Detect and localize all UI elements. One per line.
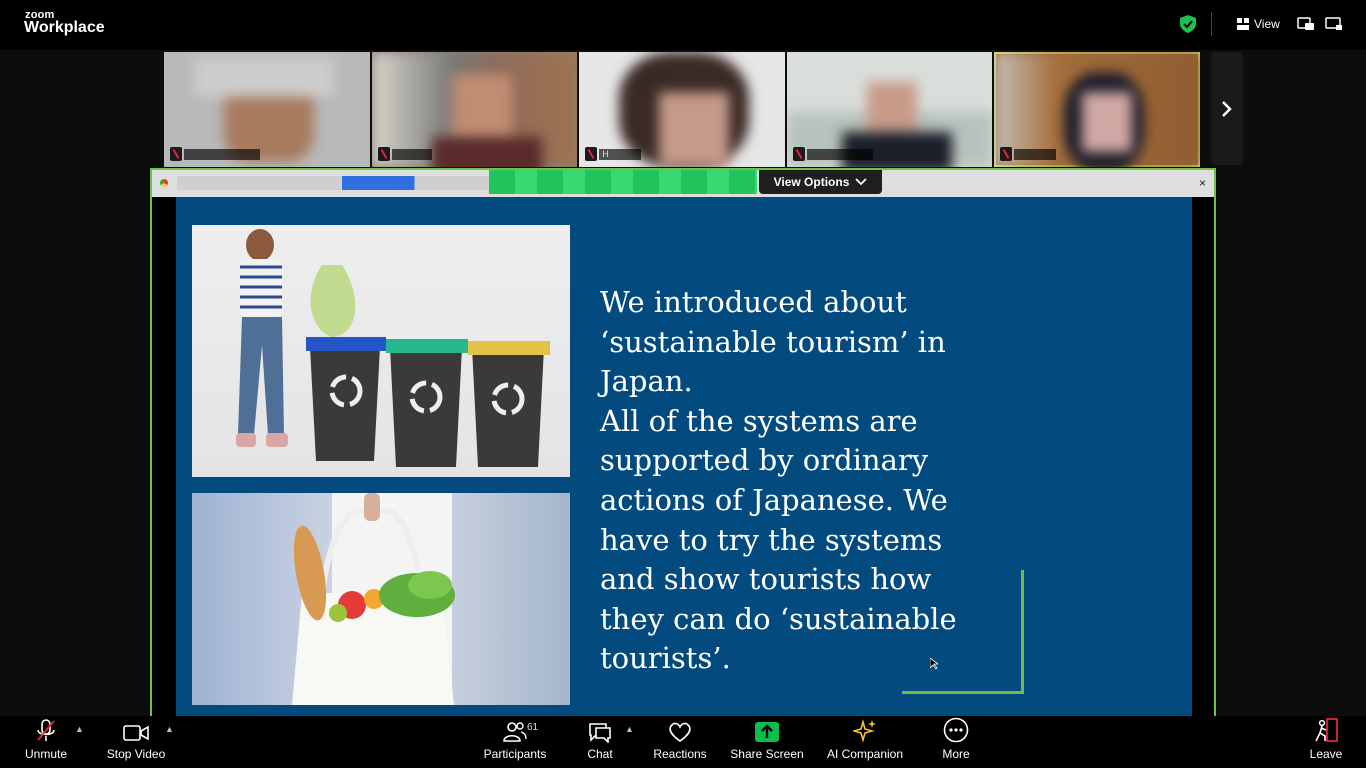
view-options-label: View Options: [773, 175, 850, 189]
participant-video-tile[interactable]: [164, 52, 370, 167]
shared-browser-tab-bar: View Options ×: [152, 170, 1214, 197]
chat-bubble-icon: [589, 723, 611, 743]
recycling-bins-illustration: [236, 229, 550, 467]
unmute-label: Unmute: [24, 747, 68, 761]
participants-button[interactable]: Participants: [480, 716, 550, 768]
view-options-button[interactable]: View Options: [759, 170, 882, 194]
sparkle-icon: [853, 719, 876, 743]
video-camera-icon: [123, 725, 149, 741]
decorative-corner-line: [1021, 570, 1024, 694]
leave-label: Leave: [1309, 747, 1343, 761]
heart-icon: [669, 722, 691, 742]
grocery-bag-illustration: [292, 493, 455, 705]
participant-name: [391, 149, 432, 160]
chevron-down-icon: [855, 178, 868, 186]
muted-mic-icon: [377, 147, 390, 161]
chat-label: Chat: [587, 747, 613, 761]
ai-companion-label: AI Companion: [826, 747, 904, 761]
muted-mic-icon: [170, 147, 182, 161]
audio-options-caret[interactable]: ▲: [75, 724, 84, 734]
participant-video-tile[interactable]: [371, 52, 578, 167]
view-button[interactable]: View: [1237, 14, 1280, 34]
participant-video-tile-active-speaker[interactable]: [994, 52, 1200, 167]
mouse-cursor-icon: [930, 658, 938, 670]
fullscreen-window-icon[interactable]: [1325, 15, 1343, 33]
participant-video-tile[interactable]: H: [579, 52, 785, 167]
stop-video-button[interactable]: Stop Video: [104, 716, 168, 768]
sharing-indicator-bar: [489, 170, 757, 194]
encryption-shield-icon[interactable]: [1180, 15, 1196, 33]
meeting-toolbar: Unmute ▲ Stop Video ▲ Participants 61 Ch…: [0, 716, 1366, 768]
presentation-slide: We introduced about ‘sustainable tourism…: [176, 197, 1192, 720]
leave-door-icon: [1315, 718, 1338, 742]
picture-in-picture-icon[interactable]: [1297, 15, 1315, 33]
grid-icon: [1237, 18, 1249, 30]
slide-body-text: We introduced about ‘sustainable tourism…: [600, 285, 957, 676]
participants-count: 61: [527, 722, 539, 733]
more-button[interactable]: More: [936, 716, 976, 768]
share-screen-label: Share Screen: [730, 747, 804, 761]
participants-icon: [503, 722, 527, 742]
share-screen-button[interactable]: Share Screen: [728, 716, 806, 768]
chat-options-caret[interactable]: ▲: [625, 724, 634, 734]
chevron-right-icon: [1222, 100, 1232, 117]
participants-label: Participants: [483, 747, 547, 761]
reusable-grocery-bag-image: [192, 493, 570, 705]
reactions-button[interactable]: Reactions: [650, 716, 710, 768]
more-label: More: [942, 747, 970, 761]
participant-video-tile[interactable]: [786, 52, 993, 167]
muted-mic-icon: [585, 147, 598, 161]
video-options-caret[interactable]: ▲: [165, 724, 174, 734]
stop-video-label: Stop Video: [106, 747, 166, 761]
chat-button[interactable]: Chat: [580, 716, 620, 768]
top-separator: [1211, 12, 1212, 36]
top-bar: zoom Workplace View: [0, 0, 1366, 50]
muted-mic-icon: [1000, 147, 1013, 161]
participant-name: [184, 149, 260, 160]
participant-thumbnail-strip: H: [164, 52, 1200, 167]
view-label: View: [1254, 17, 1280, 31]
more-dots-icon: [943, 717, 969, 743]
muted-mic-icon: [792, 147, 805, 161]
participant-name: [806, 149, 873, 160]
share-screen-arrow-icon: [755, 722, 779, 742]
participant-name: [1014, 149, 1057, 160]
ai-companion-button[interactable]: AI Companion: [824, 716, 906, 768]
chrome-icon: [160, 179, 168, 187]
leave-button[interactable]: Leave: [1306, 716, 1346, 768]
shared-screen: View Options × We introduced about ‘sust…: [150, 168, 1216, 722]
unmute-button[interactable]: Unmute: [20, 716, 72, 768]
redacted-tab-title: [177, 176, 507, 190]
next-page-button[interactable]: [1211, 52, 1243, 165]
close-tab-icon[interactable]: ×: [1199, 176, 1206, 190]
decorative-corner-line: [902, 691, 1024, 694]
muted-microphone-icon: [37, 719, 55, 741]
recycling-bins-image: [192, 225, 570, 477]
reactions-label: Reactions: [653, 747, 707, 761]
participant-name: H: [599, 149, 642, 160]
workplace-logo-text: Workplace: [24, 19, 105, 36]
